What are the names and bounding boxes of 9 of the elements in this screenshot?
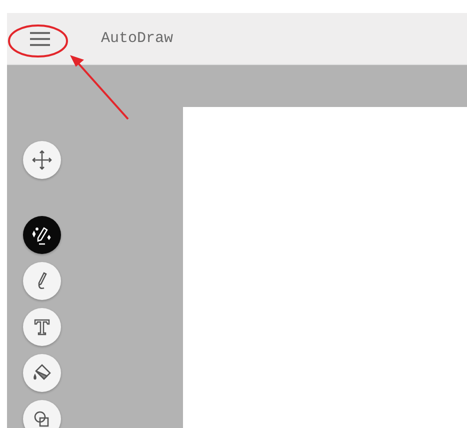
tool-button[interactable] [23, 216, 61, 254]
menu-icon [30, 32, 50, 46]
tool-button[interactable] [23, 354, 61, 392]
tool-button[interactable] [23, 308, 61, 346]
move-icon [31, 149, 53, 171]
tool-button[interactable] [23, 141, 61, 179]
tool-button[interactable] [23, 400, 61, 428]
app-title: AutoDraw [101, 30, 174, 47]
tool-button[interactable] [23, 262, 61, 300]
